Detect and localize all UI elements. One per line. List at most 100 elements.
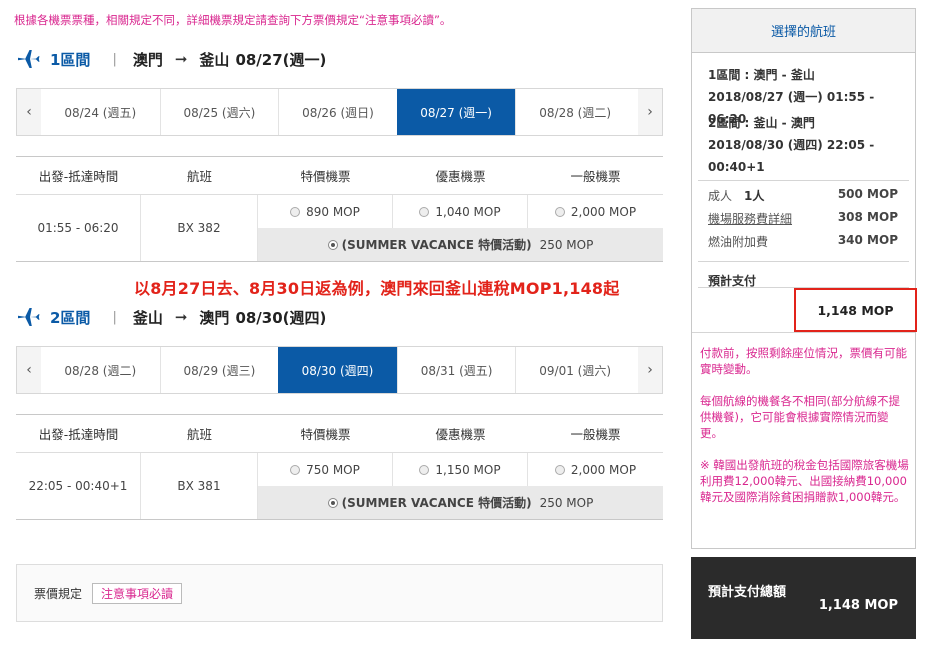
leg2-number: 2區間 bbox=[50, 308, 91, 327]
promo-price: 250 MOP bbox=[539, 237, 594, 252]
fare-option-special[interactable]: 750 MOP bbox=[258, 453, 393, 486]
leg1-date-option[interactable]: 08/28 (週二) bbox=[515, 89, 634, 135]
col-header-regular: 一般機票 bbox=[570, 169, 621, 184]
col-header-regular: 一般機票 bbox=[570, 427, 621, 442]
prev-dates-button[interactable]: ‹ bbox=[17, 89, 41, 135]
leg2-to: 澳門 bbox=[199, 308, 230, 327]
fare-rules-box: 票價規定 注意事項必讀 bbox=[16, 564, 663, 622]
total-label: 預計支付總額 bbox=[708, 585, 787, 600]
summary-leg2: 2區間 : 釜山 - 澳門 2018/08/30 (週四) 22:05 - 00… bbox=[708, 112, 874, 178]
adult-price: 500 MOP bbox=[837, 187, 898, 201]
divider bbox=[698, 261, 909, 262]
promo-name: (SUMMER VACANCE 特價活動) bbox=[341, 496, 532, 510]
leg2-date-option[interactable]: 08/29 (週三) bbox=[159, 347, 279, 393]
col-header-special: 特價機票 bbox=[300, 169, 351, 184]
col-header-discount: 優惠機票 bbox=[435, 427, 486, 442]
radio-icon[interactable] bbox=[419, 206, 430, 217]
fare-rules-label: 票價規定 bbox=[34, 586, 83, 601]
promo-fare-option[interactable]: (SUMMER VACANCE 特價活動) 250 MOP bbox=[258, 486, 663, 519]
leg2-from: 釜山 bbox=[132, 308, 163, 327]
leg1-date-option-selected[interactable]: 08/27 (週一) bbox=[396, 89, 516, 135]
flight-number: BX 381 bbox=[141, 453, 258, 519]
next-dates-button[interactable]: › bbox=[638, 89, 662, 135]
total-payment-box: 預計支付總額 1,148 MOP bbox=[691, 557, 916, 639]
fare-option-regular[interactable]: 2,000 MOP bbox=[528, 453, 663, 486]
leg2-flight-table: 出發-抵達時間 航班 特價機票 優惠機票 一般機票 22:05 - 00:40+… bbox=[16, 414, 663, 520]
fare-price: 890 MOP bbox=[306, 204, 360, 219]
col-header-discount: 優惠機票 bbox=[435, 169, 486, 184]
radio-icon[interactable] bbox=[290, 464, 301, 475]
radio-icon[interactable] bbox=[554, 464, 565, 475]
adult-label: 成人 bbox=[708, 189, 733, 203]
col-header-special: 特價機票 bbox=[300, 427, 351, 442]
estimated-payment-value: 1,148 MOP bbox=[794, 288, 917, 332]
leg1-to: 釜山 bbox=[199, 50, 230, 69]
leg1-date-option[interactable]: 08/25 (週六) bbox=[159, 89, 279, 135]
route-arrow-icon: ➞ bbox=[174, 50, 188, 68]
plane-icon bbox=[18, 50, 40, 68]
promo-fare-option[interactable]: (SUMMER VACANCE 特價活動) 250 MOP bbox=[258, 228, 663, 261]
fare-price: 1,040 MOP bbox=[435, 204, 501, 219]
table-row: 01:55 - 06:20 BX 382 890 MOP 1,040 MOP 2… bbox=[16, 195, 663, 261]
leg2-date-option[interactable]: 09/01 (週六) bbox=[515, 347, 634, 393]
airport-fee-link[interactable]: 機場服務費詳細 bbox=[708, 210, 792, 227]
panel-notes: 付款前，按照剩餘座位情況，票價有可能實時變動。 每個航線的機餐各不相同(部分航線… bbox=[700, 345, 910, 521]
flight-number: BX 382 bbox=[141, 195, 258, 261]
col-header-time: 出發-抵達時間 bbox=[38, 427, 119, 442]
radio-icon[interactable] bbox=[554, 206, 565, 217]
fare-option-discount[interactable]: 1,040 MOP bbox=[393, 195, 528, 228]
fuel-fee: 340 MOP bbox=[837, 233, 898, 247]
fare-price: 1,150 MOP bbox=[435, 462, 501, 477]
flight-time: 01:55 - 06:20 bbox=[16, 195, 141, 261]
fare-option-special[interactable]: 890 MOP bbox=[258, 195, 393, 228]
airport-fee-line: 機場服務費詳細 308 MOP bbox=[708, 210, 898, 227]
col-header-flight: 航班 bbox=[186, 169, 212, 184]
summary-leg2-time: 2018/08/30 (週四) 22:05 - bbox=[708, 138, 875, 152]
leg1-date-selector: ‹ 08/24 (週五) 08/25 (週六) 08/26 (週日) 08/27… bbox=[16, 88, 663, 136]
leg2-date-option-selected[interactable]: 08/30 (週四) bbox=[278, 347, 397, 393]
leg1-title: 1區間 | 澳門 ➞ 釜山 08/27(週一) bbox=[16, 47, 326, 71]
leg1-flight-table: 出發-抵達時間 航班 特價機票 優惠機票 一般機票 01:55 - 06:20 … bbox=[16, 156, 663, 262]
col-header-time: 出發-抵達時間 bbox=[38, 169, 119, 184]
col-header-flight: 航班 bbox=[186, 427, 212, 442]
divider bbox=[692, 332, 915, 333]
adult-price-line: 成人 1人 500 MOP bbox=[708, 187, 898, 204]
fare-price: 750 MOP bbox=[306, 462, 360, 477]
leg2-date-option[interactable]: 08/28 (週二) bbox=[41, 347, 160, 393]
fuel-label: 燃油附加費 bbox=[708, 235, 769, 249]
route-arrow-icon: ➞ bbox=[174, 308, 188, 326]
leg2-date-selector: ‹ 08/28 (週二) 08/29 (週三) 08/30 (週四) 08/31… bbox=[16, 346, 663, 394]
radio-selected-icon[interactable] bbox=[327, 239, 338, 250]
radio-icon[interactable] bbox=[419, 464, 430, 475]
leg1-date-option[interactable]: 08/26 (週日) bbox=[278, 89, 397, 135]
prev-dates-button[interactable]: ‹ bbox=[17, 347, 41, 393]
leg2-title: 2區間 | 釜山 ➞ 澳門 08/30(週四) bbox=[16, 305, 326, 329]
summary-leg2-route: 2區間 : 釜山 - 澳門 bbox=[708, 116, 815, 130]
leg1-date: 08/27(週一) bbox=[235, 50, 327, 69]
table-row: 22:05 - 00:40+1 BX 381 750 MOP 1,150 MOP… bbox=[16, 453, 663, 519]
fare-price: 2,000 MOP bbox=[570, 204, 637, 219]
airport-fee: 308 MOP bbox=[837, 210, 898, 224]
leg1-from: 澳門 bbox=[132, 50, 163, 69]
leg2-date: 08/30(週四) bbox=[235, 308, 327, 327]
leg1-separator: | bbox=[112, 51, 117, 67]
next-dates-button[interactable]: › bbox=[638, 347, 662, 393]
promo-banner: 以8月27日去、8月30日返為例，澳門來回釜山連稅MOP1,148起 bbox=[134, 279, 620, 298]
promo-price: 250 MOP bbox=[539, 495, 594, 510]
radio-icon[interactable] bbox=[290, 206, 301, 217]
fare-option-discount[interactable]: 1,150 MOP bbox=[393, 453, 528, 486]
leg2-separator: | bbox=[112, 309, 117, 325]
fare-price: 2,000 MOP bbox=[570, 462, 637, 477]
radio-selected-icon[interactable] bbox=[327, 497, 338, 508]
leg2-date-option[interactable]: 08/31 (週五) bbox=[396, 347, 516, 393]
leg1-date-option[interactable]: 08/24 (週五) bbox=[41, 89, 160, 135]
fare-rules-link[interactable]: 注意事項必讀 bbox=[92, 582, 183, 604]
fare-notice: 根據各機票票種，相關規定不同，詳細機票規定請查詢下方票價規定“注意事項必讀”。 bbox=[14, 13, 452, 27]
total-value: 1,148 MOP bbox=[818, 598, 898, 613]
fare-option-regular[interactable]: 2,000 MOP bbox=[528, 195, 663, 228]
fuel-fee-line: 燃油附加費 340 MOP bbox=[708, 233, 898, 250]
promo-name: (SUMMER VACANCE 特價活動) bbox=[341, 238, 532, 252]
leg1-number: 1區間 bbox=[50, 50, 91, 69]
note-price-change: 付款前，按照剩餘座位情況，票價有可能實時變動。 bbox=[700, 346, 907, 376]
flight-time: 22:05 - 00:40+1 bbox=[16, 453, 141, 519]
